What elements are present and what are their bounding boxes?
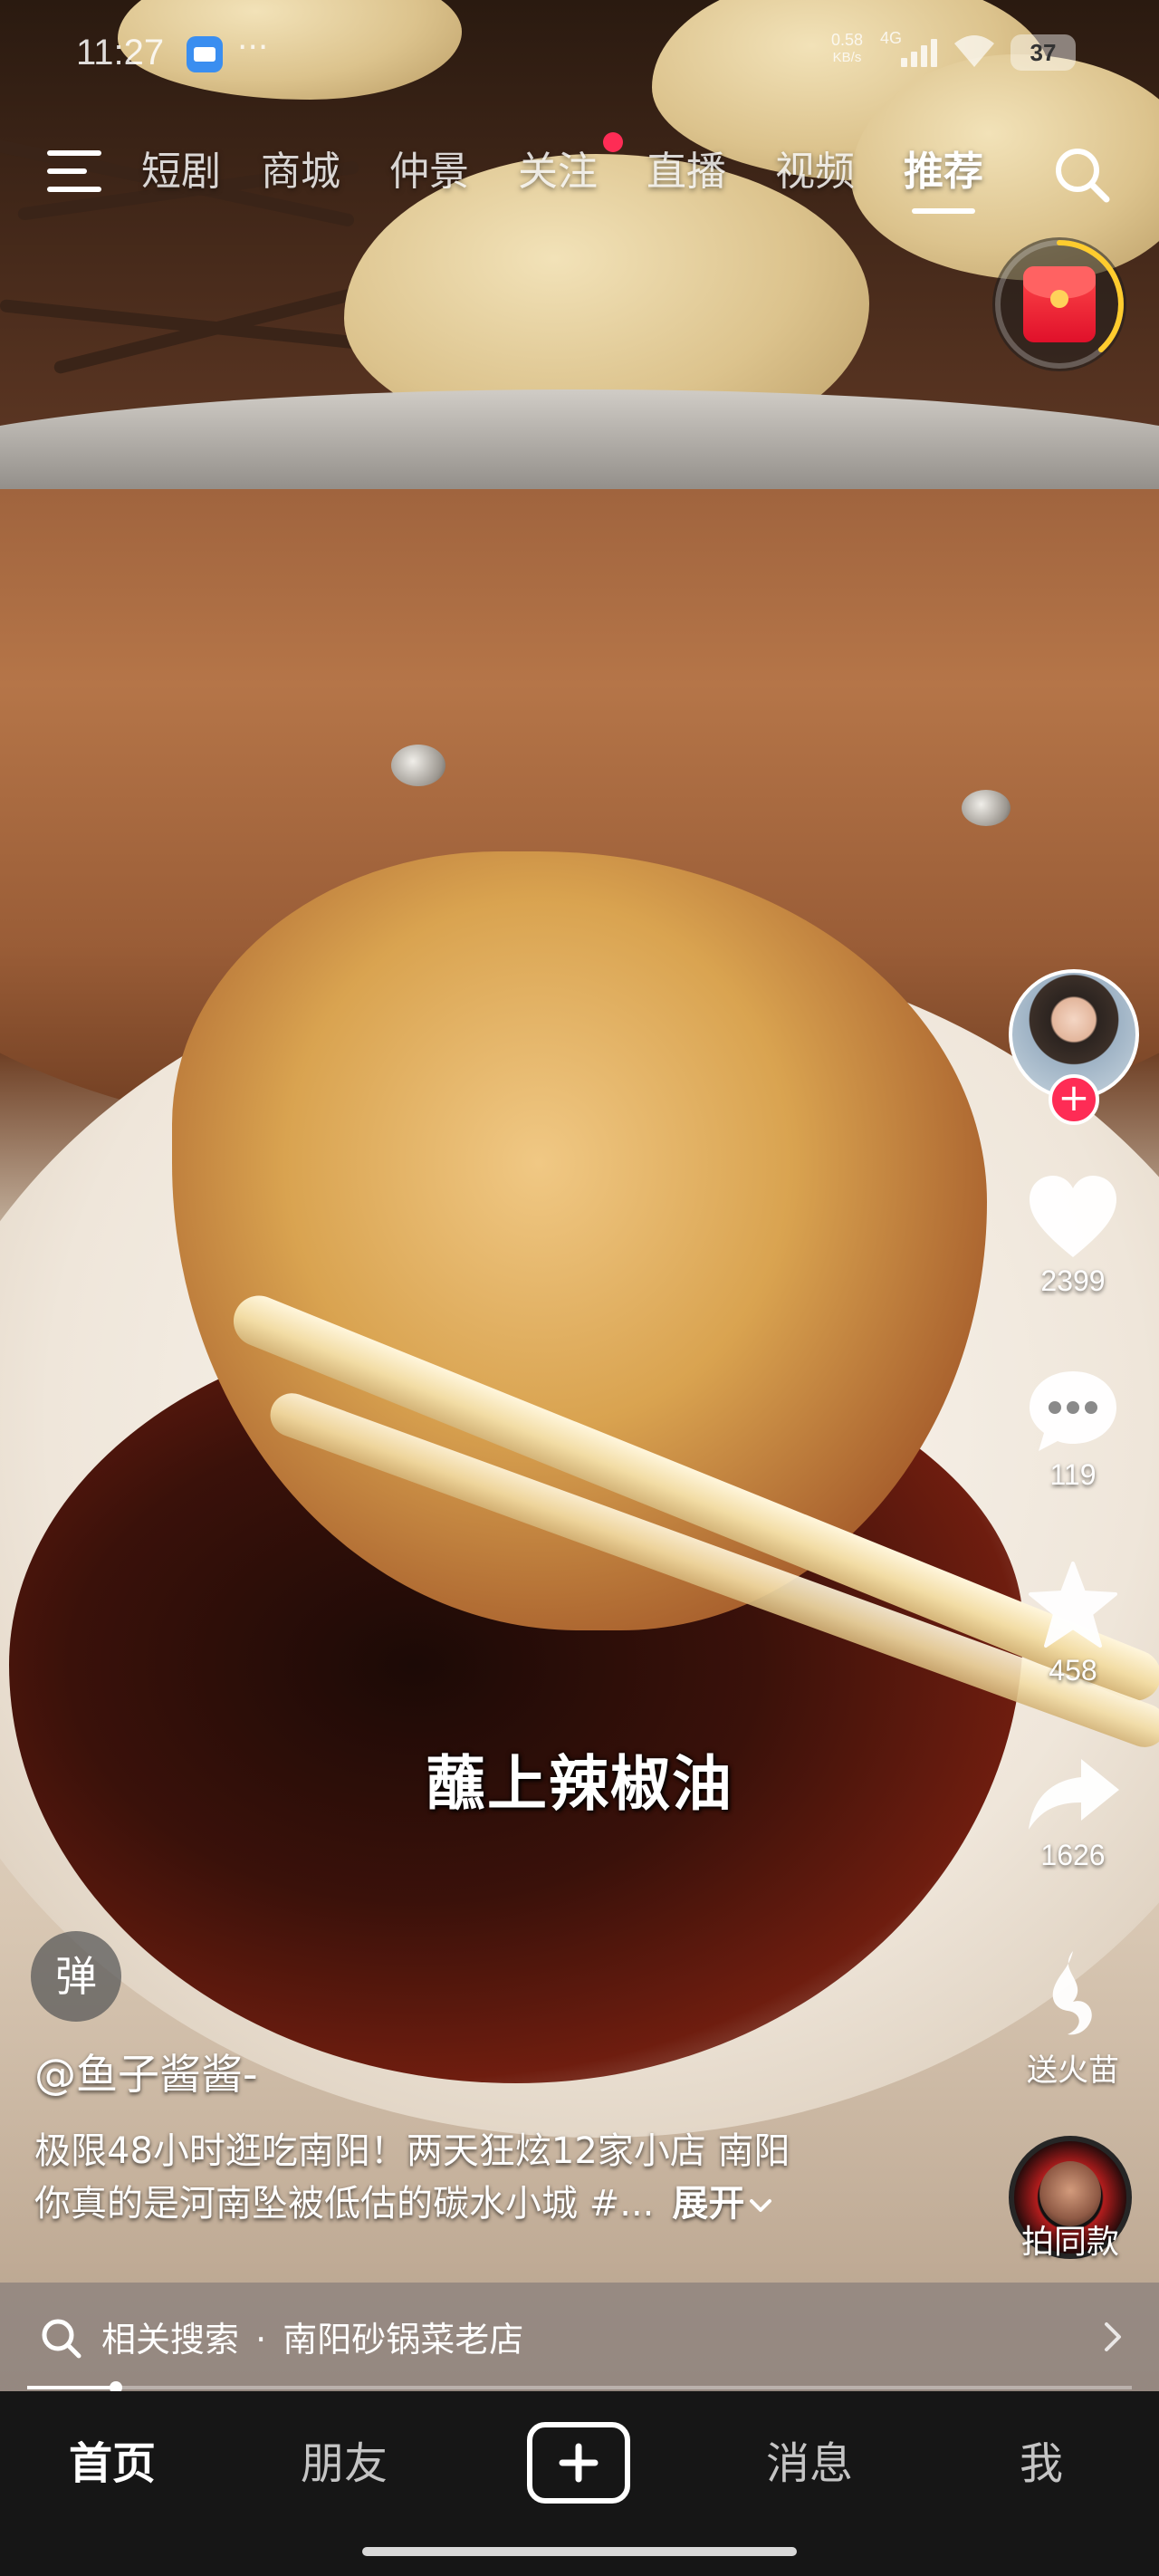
steamer-rivet bbox=[391, 745, 445, 786]
battery-icon: 37 bbox=[1011, 34, 1076, 71]
tab-video[interactable]: 视频 bbox=[775, 136, 855, 208]
network-type: 4G bbox=[880, 29, 903, 47]
search-icon bbox=[42, 2319, 81, 2359]
danmaku-toggle-button[interactable]: 弹 bbox=[31, 1931, 121, 2022]
related-search-label: 相关搜索 bbox=[101, 2320, 240, 2360]
comment-count: 119 bbox=[1049, 1458, 1097, 1491]
author-avatar-group[interactable]: + bbox=[1005, 969, 1141, 1125]
video-frame[interactable] bbox=[0, 0, 1159, 2391]
tab-mall[interactable]: 商城 bbox=[261, 136, 340, 208]
tab-label: 朋友 bbox=[301, 2438, 388, 2489]
douyin-video-feed-screen: 11:27 ··· 0.58 KB/s 4G 37 短剧 商城 仲景 关注 直播… bbox=[0, 0, 1159, 2576]
battery-level: 37 bbox=[1030, 38, 1057, 66]
signal-icon bbox=[901, 34, 941, 67]
related-search-separator: · bbox=[255, 2320, 267, 2360]
video-progress-fill bbox=[27, 2386, 116, 2389]
author-name[interactable]: @鱼子酱酱- bbox=[34, 2042, 258, 2101]
top-navigation: 短剧 商城 仲景 关注 直播 视频 推荐 bbox=[0, 132, 1159, 217]
red-envelope-icon bbox=[1023, 266, 1096, 342]
heart-icon bbox=[1030, 1176, 1116, 1257]
menu-icon[interactable] bbox=[47, 150, 105, 196]
notification-app-icon bbox=[187, 36, 223, 72]
network-speed-value: 0.58 bbox=[831, 31, 864, 49]
related-search-text: 相关搜索 · 南阳砂锅菜老店 bbox=[101, 2312, 523, 2361]
tab-label: 消息 bbox=[766, 2438, 854, 2489]
star-icon bbox=[1029, 1562, 1117, 1648]
description-text: 你真的是河南坠被低估的碳水小城 #... bbox=[34, 2183, 655, 2225]
gift-label: 送火苗 bbox=[1027, 2052, 1119, 2089]
unread-dot bbox=[603, 132, 623, 152]
plus-icon bbox=[559, 2443, 599, 2483]
tab-label: 我 bbox=[1020, 2438, 1064, 2489]
tab-me[interactable]: 我 bbox=[1020, 2427, 1063, 2491]
description-line: 极限48小时逛吃南阳！两天狂炫12家小店 南阳 bbox=[34, 2130, 790, 2172]
bottom-tab-bar: 首页 朋友 消息 我 bbox=[0, 2391, 1159, 2576]
comment-icon bbox=[1030, 1371, 1116, 1451]
active-tab-indicator bbox=[912, 208, 975, 214]
flame-icon bbox=[1052, 1951, 1092, 2035]
gift-flame-button[interactable]: 送火苗 bbox=[1005, 1947, 1141, 2090]
tab-zhongjing[interactable]: 仲景 bbox=[389, 136, 469, 208]
expand-button[interactable]: 展开 bbox=[672, 2183, 773, 2225]
video-subtitle: 蘸上辣椒油 bbox=[426, 1749, 733, 1819]
tab-label: 首页 bbox=[69, 2438, 157, 2489]
tab-messages[interactable]: 消息 bbox=[766, 2427, 853, 2491]
related-search-bar[interactable]: 相关搜索 · 南阳砂锅菜老店 bbox=[0, 2283, 1159, 2391]
tab-label: 直播 bbox=[647, 149, 726, 195]
tab-label: 仲景 bbox=[389, 149, 469, 195]
red-packet-widget[interactable] bbox=[992, 237, 1126, 371]
tab-label: 推荐 bbox=[904, 149, 983, 195]
network-speed-unit: KB/s bbox=[832, 50, 862, 65]
tab-home[interactable]: 首页 bbox=[69, 2427, 156, 2491]
like-button[interactable]: 2399 bbox=[1005, 1174, 1141, 1298]
status-bar: 11:27 ··· 0.58 KB/s 4G 37 bbox=[0, 25, 1159, 83]
wifi-icon bbox=[954, 35, 994, 67]
chevron-right-icon bbox=[1105, 2322, 1121, 2351]
follow-button[interactable]: + bbox=[1049, 1074, 1099, 1125]
related-search-query: 南阳砂锅菜老店 bbox=[283, 2320, 524, 2360]
favorite-button[interactable]: 458 bbox=[1005, 1560, 1141, 1687]
share-count: 1626 bbox=[1040, 1839, 1106, 1871]
network-speed: 0.58 KB/s bbox=[831, 31, 863, 67]
home-indicator bbox=[362, 2547, 797, 2556]
steamer-rivet bbox=[962, 790, 1011, 826]
tab-label: 商城 bbox=[261, 149, 340, 195]
tab-following[interactable]: 关注 bbox=[518, 132, 623, 208]
favorite-count: 458 bbox=[1049, 1654, 1097, 1687]
tab-label: 视频 bbox=[775, 149, 855, 195]
tab-short-drama[interactable]: 短剧 bbox=[141, 136, 221, 208]
comment-button[interactable]: 119 bbox=[1005, 1368, 1141, 1492]
tab-recommend[interactable]: 推荐 bbox=[904, 136, 983, 214]
tab-label: 关注 bbox=[518, 149, 598, 195]
search-icon[interactable] bbox=[1050, 143, 1114, 207]
tab-live[interactable]: 直播 bbox=[647, 136, 726, 208]
expand-label: 展开 bbox=[672, 2183, 745, 2225]
same-style-label[interactable]: 拍同款 bbox=[1007, 2216, 1134, 2263]
tab-friends[interactable]: 朋友 bbox=[301, 2427, 388, 2491]
status-time: 11:27 bbox=[76, 33, 165, 72]
video-progress-bar[interactable] bbox=[27, 2381, 1132, 2394]
status-more-dots: ··· bbox=[237, 29, 269, 66]
description-line: 你真的是河南坠被低估的碳水小城 #... 展开 bbox=[34, 2177, 949, 2230]
video-description[interactable]: 极限48小时逛吃南阳！两天狂炫12家小店 南阳 你真的是河南坠被低估的碳水小城 … bbox=[34, 2125, 949, 2230]
tab-label: 短剧 bbox=[141, 149, 221, 195]
create-button[interactable] bbox=[527, 2422, 630, 2504]
chevron-down-icon bbox=[750, 2199, 772, 2212]
like-count: 2399 bbox=[1040, 1264, 1106, 1297]
